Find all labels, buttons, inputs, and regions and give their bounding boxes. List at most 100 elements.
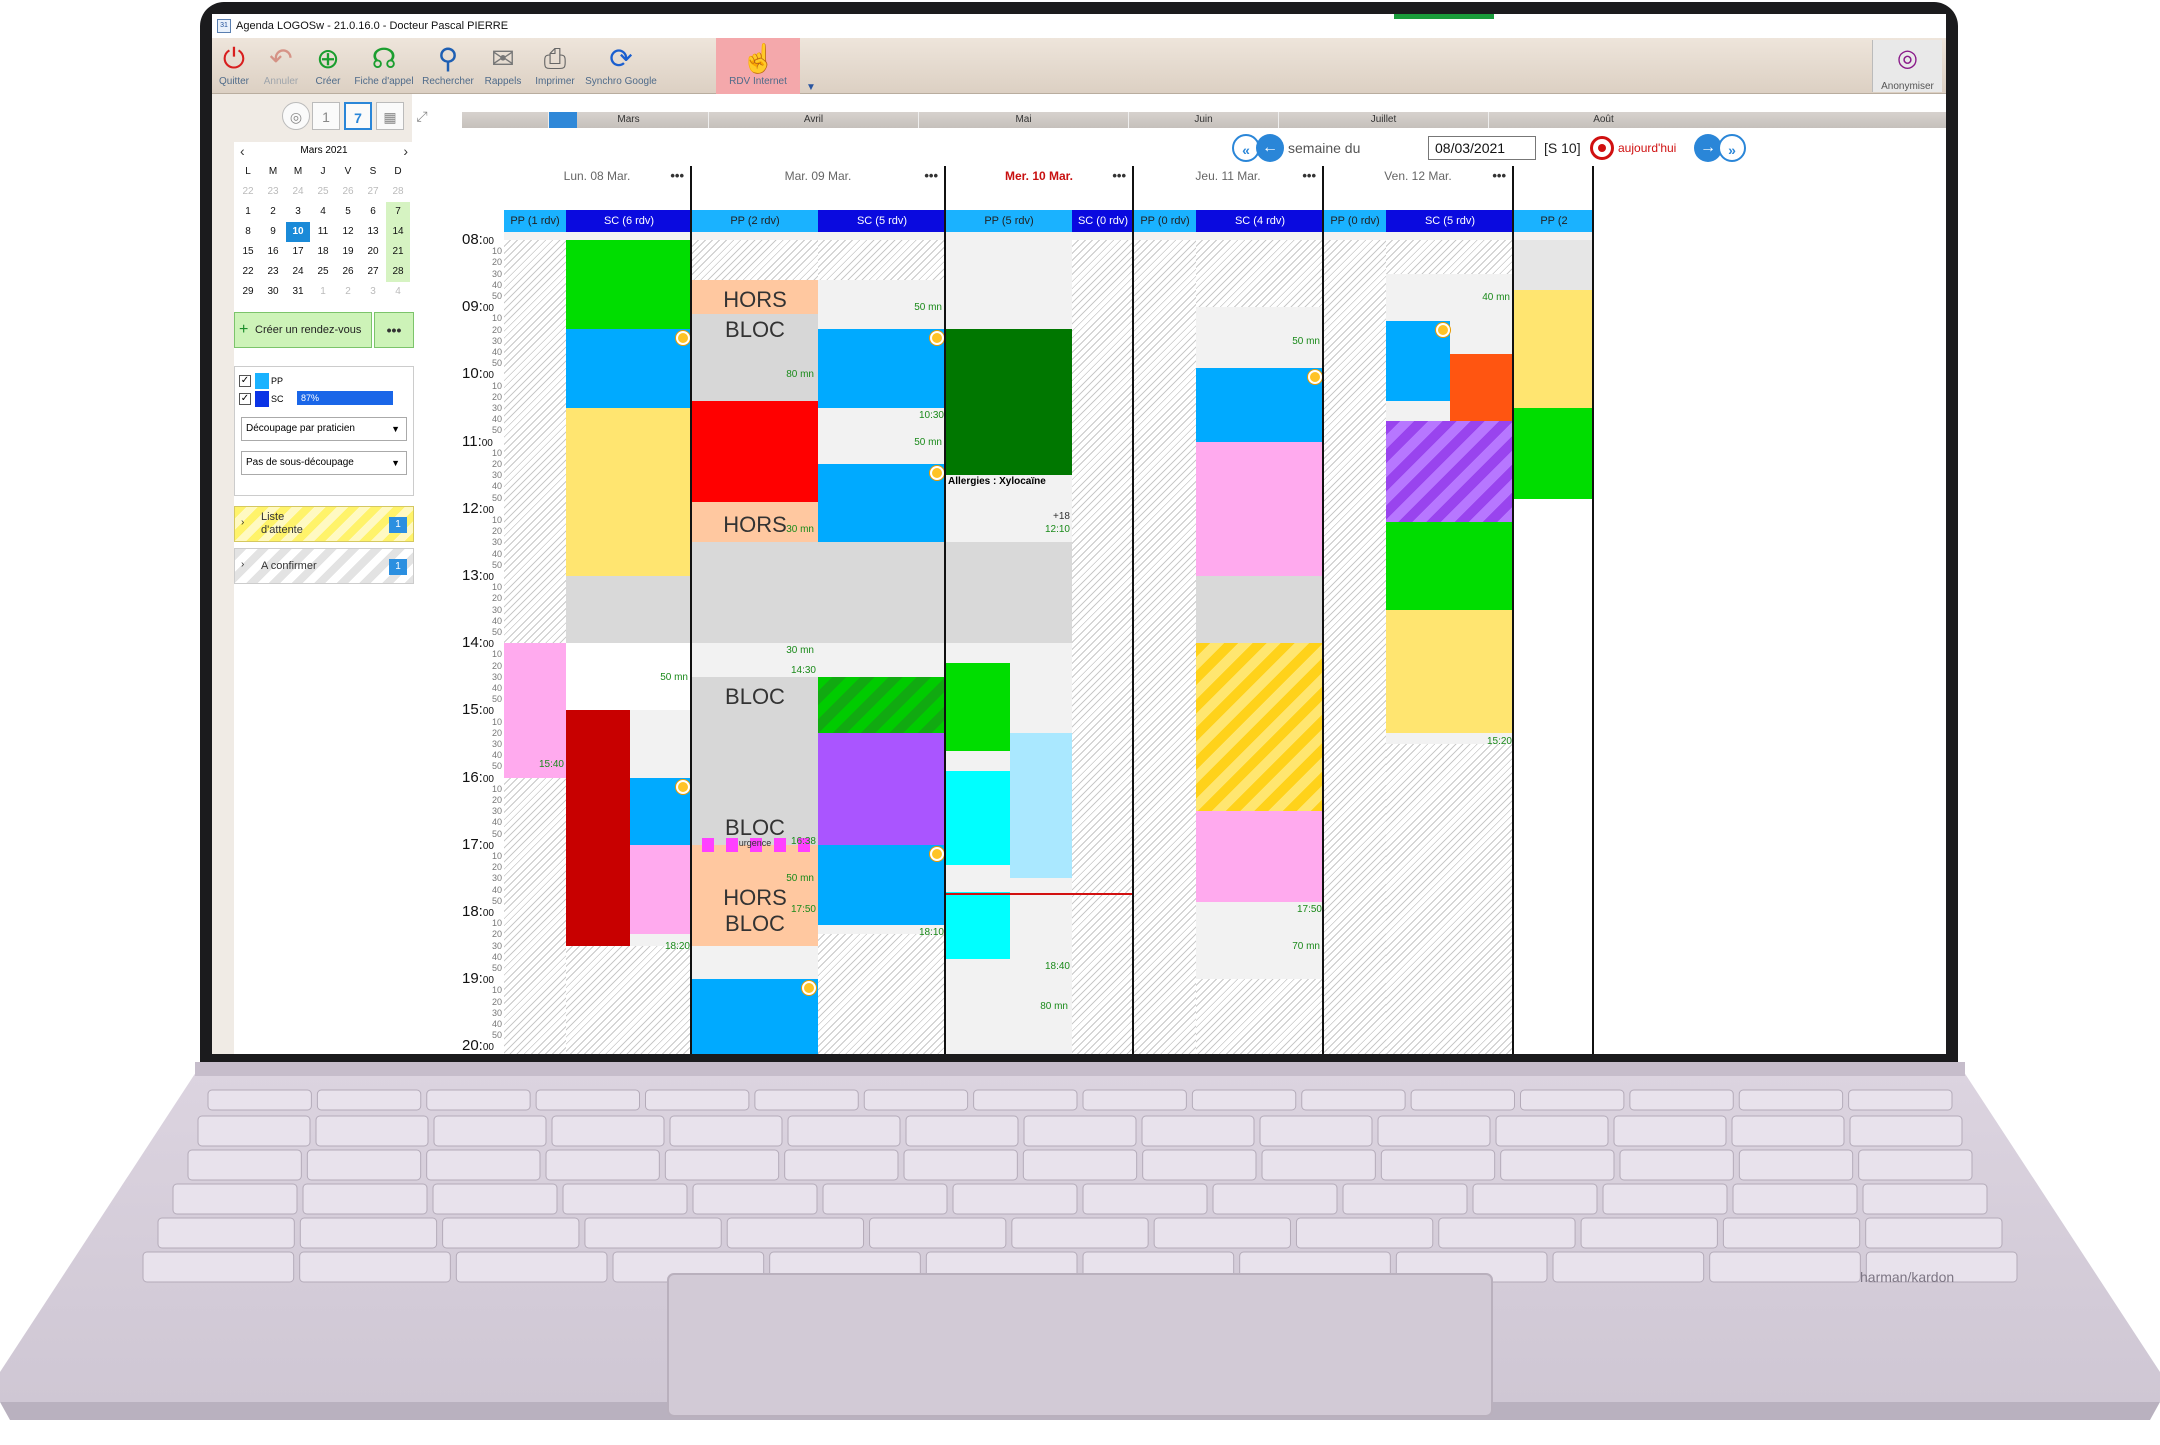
mini-calendar-day[interactable]: 3 xyxy=(361,282,385,302)
appointment-block[interactable] xyxy=(818,542,944,644)
appointment-block[interactable] xyxy=(1386,744,1514,1054)
appointment-block[interactable] xyxy=(1386,609,1514,733)
day-header[interactable]: Mer. 10 Mar. ••• xyxy=(946,166,1134,210)
mini-calendar-day[interactable]: 4 xyxy=(386,282,410,302)
cancel-button[interactable]: ↶ Annuler xyxy=(256,38,306,94)
mini-calendar-day[interactable]: 25 xyxy=(311,182,335,202)
column-header-sc[interactable]: SC (0 rdv) xyxy=(1072,210,1134,232)
month-view-icon[interactable]: ▦ xyxy=(376,102,404,130)
mini-calendar-day[interactable]: 24 xyxy=(286,262,310,282)
appointment-block[interactable] xyxy=(1196,367,1324,442)
appointment-block[interactable] xyxy=(818,676,944,733)
month-label[interactable]: Juin xyxy=(1128,112,1278,128)
mini-calendar-day[interactable]: 1 xyxy=(236,202,260,222)
mini-calendar-day[interactable]: 28 xyxy=(386,182,410,202)
column-header-pp[interactable]: PP (2 xyxy=(1514,210,1594,232)
appointment-block[interactable] xyxy=(504,777,566,1054)
day-header[interactable]: Lun. 08 Mar. ••• xyxy=(504,166,692,210)
mini-calendar-day[interactable]: 26 xyxy=(336,182,360,202)
next-month-icon[interactable]: › xyxy=(403,144,408,158)
appointment-block[interactable] xyxy=(692,945,818,980)
search-button[interactable]: ⚲ Rechercher xyxy=(418,38,478,94)
appointment-block[interactable] xyxy=(1450,354,1514,422)
appointment-block[interactable] xyxy=(1514,408,1594,499)
mini-calendar-day[interactable]: 14 xyxy=(386,222,410,242)
appointment-block[interactable] xyxy=(1196,240,1324,308)
appointment-block[interactable] xyxy=(818,934,944,1054)
to-confirm-panel[interactable]: › A confirmer 1 xyxy=(234,548,414,584)
mini-calendar-day[interactable]: 20 xyxy=(361,242,385,262)
day-menu-icon[interactable]: ••• xyxy=(670,166,684,186)
appointment-block[interactable] xyxy=(818,329,944,408)
appointment-block[interactable] xyxy=(1010,732,1072,879)
day-header[interactable]: Ven. 12 Mar. ••• xyxy=(1324,166,1514,210)
appointment-block[interactable] xyxy=(1196,576,1324,644)
column-header-pp[interactable]: PP (0 rdv) xyxy=(1324,210,1386,232)
mini-calendar-day[interactable]: 7 xyxy=(386,202,410,222)
appointment-block[interactable] xyxy=(1514,498,1594,1054)
month-label[interactable]: Mars xyxy=(548,112,708,128)
mini-calendar-day[interactable]: 22 xyxy=(236,262,260,282)
appointment-block[interactable] xyxy=(566,945,692,1054)
day-header[interactable] xyxy=(1514,166,1594,210)
mini-calendar-day[interactable]: 2 xyxy=(261,202,285,222)
appointment-block[interactable] xyxy=(1514,240,1594,291)
mini-calendar-day[interactable]: 28 xyxy=(386,262,410,282)
mini-calendar-day[interactable]: 15 xyxy=(236,242,260,262)
checkbox-sc[interactable]: ✓ xyxy=(239,393,251,405)
appointment-block[interactable] xyxy=(818,732,944,845)
day-header[interactable]: Mar. 09 Mar. ••• xyxy=(692,166,946,210)
appointment-block[interactable] xyxy=(566,408,692,576)
appointment-block[interactable] xyxy=(630,844,692,935)
print-button[interactable]: ⎙ Imprimer xyxy=(528,38,582,94)
appointment-block[interactable] xyxy=(1196,643,1324,812)
mini-calendar-day[interactable]: 13 xyxy=(361,222,385,242)
appointment-block[interactable] xyxy=(946,891,1010,960)
column-header-sc[interactable]: SC (5 rdv) xyxy=(818,210,946,232)
month-label[interactable]: Avril xyxy=(708,112,918,128)
mini-calendar-day[interactable]: 2 xyxy=(336,282,360,302)
mini-calendar-day[interactable]: 19 xyxy=(336,242,360,262)
appointment-block[interactable] xyxy=(504,643,566,778)
appointment-block[interactable] xyxy=(1324,240,1386,1054)
appointment-block[interactable] xyxy=(946,542,1072,644)
mini-calendar-day[interactable]: 23 xyxy=(261,262,285,282)
anonymize-button[interactable]: ◎ Anonymiser xyxy=(1872,40,1942,92)
appointment-block[interactable] xyxy=(1514,290,1594,408)
create-button[interactable]: ⊕ Créer xyxy=(306,38,350,94)
appointment-block[interactable] xyxy=(1386,522,1514,610)
week-date-input[interactable]: 08/03/2021 xyxy=(1428,136,1536,160)
create-appointment-button[interactable]: + Créer un rendez-vous xyxy=(234,312,372,348)
mini-calendar-day[interactable]: 12 xyxy=(336,222,360,242)
appointment-block[interactable] xyxy=(692,401,818,503)
appointment-block[interactable] xyxy=(1386,421,1514,523)
mini-calendar-day[interactable]: 16 xyxy=(261,242,285,262)
expand-icon[interactable]: ⤢ xyxy=(408,102,436,130)
column-header-pp[interactable]: PP (1 rdv) xyxy=(504,210,566,232)
mini-calendar-day[interactable]: 8 xyxy=(236,222,260,242)
appointment-block[interactable] xyxy=(504,240,566,644)
column-header-pp[interactable]: PP (5 rdv) xyxy=(946,210,1072,232)
day-menu-icon[interactable]: ••• xyxy=(1492,166,1506,186)
mini-calendar-day[interactable]: 31 xyxy=(286,282,310,302)
column-header-pp[interactable]: PP (0 rdv) xyxy=(1134,210,1196,232)
column-header-sc[interactable]: SC (5 rdv) xyxy=(1386,210,1514,232)
today-button[interactable]: aujourd'hui xyxy=(1590,136,1676,160)
appointment-block[interactable] xyxy=(818,240,944,281)
month-label[interactable]: Mai xyxy=(918,112,1128,128)
mini-calendar-day[interactable]: 25 xyxy=(311,262,335,282)
sub-split-select[interactable]: Pas de sous-découpage ▼ xyxy=(241,451,407,475)
chevron-down-icon[interactable]: ▼ xyxy=(806,82,816,93)
mini-calendar-day[interactable]: 27 xyxy=(361,262,385,282)
appointment-block[interactable] xyxy=(818,844,944,926)
appointment-block[interactable] xyxy=(566,710,630,946)
months-timeline[interactable]: Mars Avril Mai Juin Juillet Août xyxy=(462,112,1946,128)
appointment-block[interactable] xyxy=(566,240,692,330)
call-sheet-button[interactable]: ☊ Fiche d'appel xyxy=(350,38,418,94)
appointment-block[interactable] xyxy=(692,240,818,281)
appointment-block[interactable] xyxy=(692,542,818,644)
appointment-block[interactable] xyxy=(946,770,1010,865)
appointment-block[interactable] xyxy=(1386,240,1514,274)
next-month-button[interactable]: » xyxy=(1718,134,1746,162)
mini-calendar-day[interactable]: 11 xyxy=(311,222,335,242)
